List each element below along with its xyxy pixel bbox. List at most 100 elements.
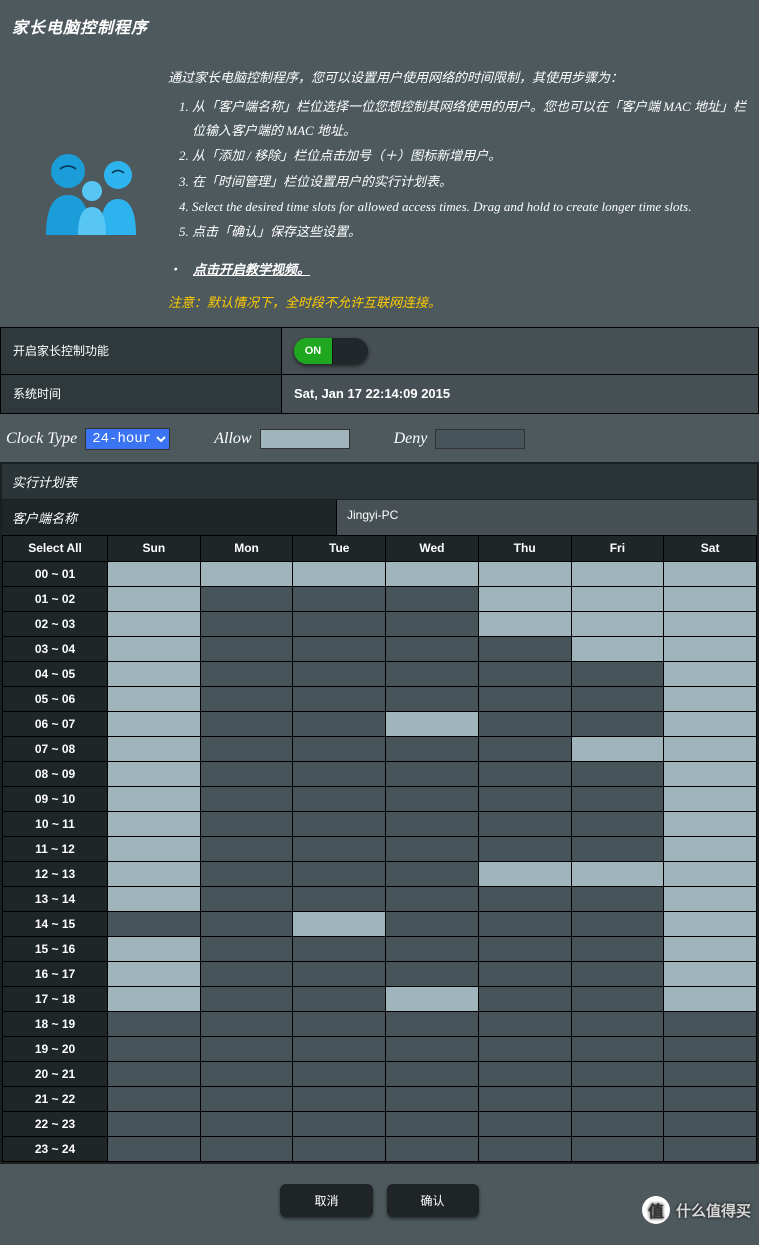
clock-type-select[interactable]: 24-hour [85,428,170,450]
schedule-cell[interactable] [293,1061,386,1086]
schedule-cell[interactable] [293,686,386,711]
schedule-cell[interactable] [664,661,757,686]
time-row-label[interactable]: 18 ~ 19 [3,1011,108,1036]
schedule-cell[interactable] [571,911,664,936]
schedule-cell[interactable] [200,786,293,811]
schedule-cell[interactable] [386,861,479,886]
schedule-cell[interactable] [386,986,479,1011]
schedule-cell[interactable] [108,836,201,861]
schedule-cell[interactable] [571,961,664,986]
ok-button[interactable]: 确认 [387,1184,479,1217]
time-row-label[interactable]: 02 ~ 03 [3,611,108,636]
schedule-cell[interactable] [571,1086,664,1111]
schedule-cell[interactable] [108,1011,201,1036]
schedule-cell[interactable] [200,936,293,961]
schedule-cell[interactable] [108,861,201,886]
schedule-cell[interactable] [571,686,664,711]
schedule-cell[interactable] [571,786,664,811]
time-row-label[interactable]: 20 ~ 21 [3,1061,108,1086]
schedule-cell[interactable] [664,761,757,786]
schedule-cell[interactable] [293,961,386,986]
schedule-cell[interactable] [571,936,664,961]
schedule-cell[interactable] [478,911,571,936]
schedule-cell[interactable] [108,636,201,661]
schedule-cell[interactable] [478,861,571,886]
time-row-label[interactable]: 22 ~ 23 [3,1111,108,1136]
schedule-cell[interactable] [664,986,757,1011]
schedule-cell[interactable] [200,1136,293,1161]
time-row-label[interactable]: 04 ~ 05 [3,661,108,686]
schedule-cell[interactable] [571,836,664,861]
schedule-cell[interactable] [664,561,757,586]
schedule-cell[interactable] [571,636,664,661]
schedule-cell[interactable] [478,1111,571,1136]
schedule-cell[interactable] [200,661,293,686]
schedule-cell[interactable] [571,586,664,611]
schedule-cell[interactable] [664,886,757,911]
schedule-cell[interactable] [571,1061,664,1086]
schedule-cell[interactable] [200,1061,293,1086]
schedule-cell[interactable] [664,636,757,661]
schedule-cell[interactable] [108,811,201,836]
schedule-cell[interactable] [571,561,664,586]
schedule-cell[interactable] [571,611,664,636]
schedule-cell[interactable] [664,1061,757,1086]
time-row-label[interactable]: 16 ~ 17 [3,961,108,986]
schedule-cell[interactable] [108,611,201,636]
schedule-cell[interactable] [293,561,386,586]
schedule-cell[interactable] [386,586,479,611]
schedule-cell[interactable] [108,1086,201,1111]
time-row-label[interactable]: 10 ~ 11 [3,811,108,836]
schedule-cell[interactable] [664,911,757,936]
schedule-cell[interactable] [108,786,201,811]
schedule-cell[interactable] [386,661,479,686]
time-row-label[interactable]: 23 ~ 24 [3,1136,108,1161]
schedule-cell[interactable] [386,611,479,636]
schedule-cell[interactable] [200,811,293,836]
time-row-label[interactable]: 19 ~ 20 [3,1036,108,1061]
schedule-cell[interactable] [293,811,386,836]
schedule-cell[interactable] [664,586,757,611]
schedule-cell[interactable] [386,786,479,811]
schedule-cell[interactable] [293,586,386,611]
schedule-cell[interactable] [293,1111,386,1136]
schedule-cell[interactable] [108,736,201,761]
schedule-cell[interactable] [108,586,201,611]
schedule-cell[interactable] [386,561,479,586]
schedule-cell[interactable] [478,886,571,911]
schedule-cell[interactable] [386,761,479,786]
schedule-cell[interactable] [293,936,386,961]
schedule-cell[interactable] [386,1111,479,1136]
schedule-cell[interactable] [386,711,479,736]
schedule-cell[interactable] [200,1011,293,1036]
schedule-cell[interactable] [386,836,479,861]
schedule-cell[interactable] [478,786,571,811]
day-header[interactable]: Tue [293,535,386,561]
schedule-cell[interactable] [108,961,201,986]
time-row-label[interactable]: 12 ~ 13 [3,861,108,886]
schedule-cell[interactable] [108,936,201,961]
schedule-cell[interactable] [386,911,479,936]
schedule-cell[interactable] [293,836,386,861]
schedule-cell[interactable] [478,1011,571,1036]
schedule-cell[interactable] [478,811,571,836]
schedule-cell[interactable] [108,761,201,786]
time-row-label[interactable]: 14 ~ 15 [3,911,108,936]
schedule-cell[interactable] [108,1136,201,1161]
schedule-cell[interactable] [108,886,201,911]
schedule-cell[interactable] [386,961,479,986]
schedule-cell[interactable] [571,1136,664,1161]
schedule-cell[interactable] [664,1086,757,1111]
time-row-label[interactable]: 11 ~ 12 [3,836,108,861]
time-row-label[interactable]: 08 ~ 09 [3,761,108,786]
schedule-cell[interactable] [664,711,757,736]
schedule-cell[interactable] [293,786,386,811]
schedule-cell[interactable] [664,811,757,836]
schedule-cell[interactable] [293,1136,386,1161]
schedule-cell[interactable] [571,1011,664,1036]
time-row-label[interactable]: 21 ~ 22 [3,1086,108,1111]
schedule-cell[interactable] [293,886,386,911]
schedule-cell[interactable] [200,886,293,911]
schedule-cell[interactable] [108,1036,201,1061]
day-header[interactable]: Fri [571,535,664,561]
